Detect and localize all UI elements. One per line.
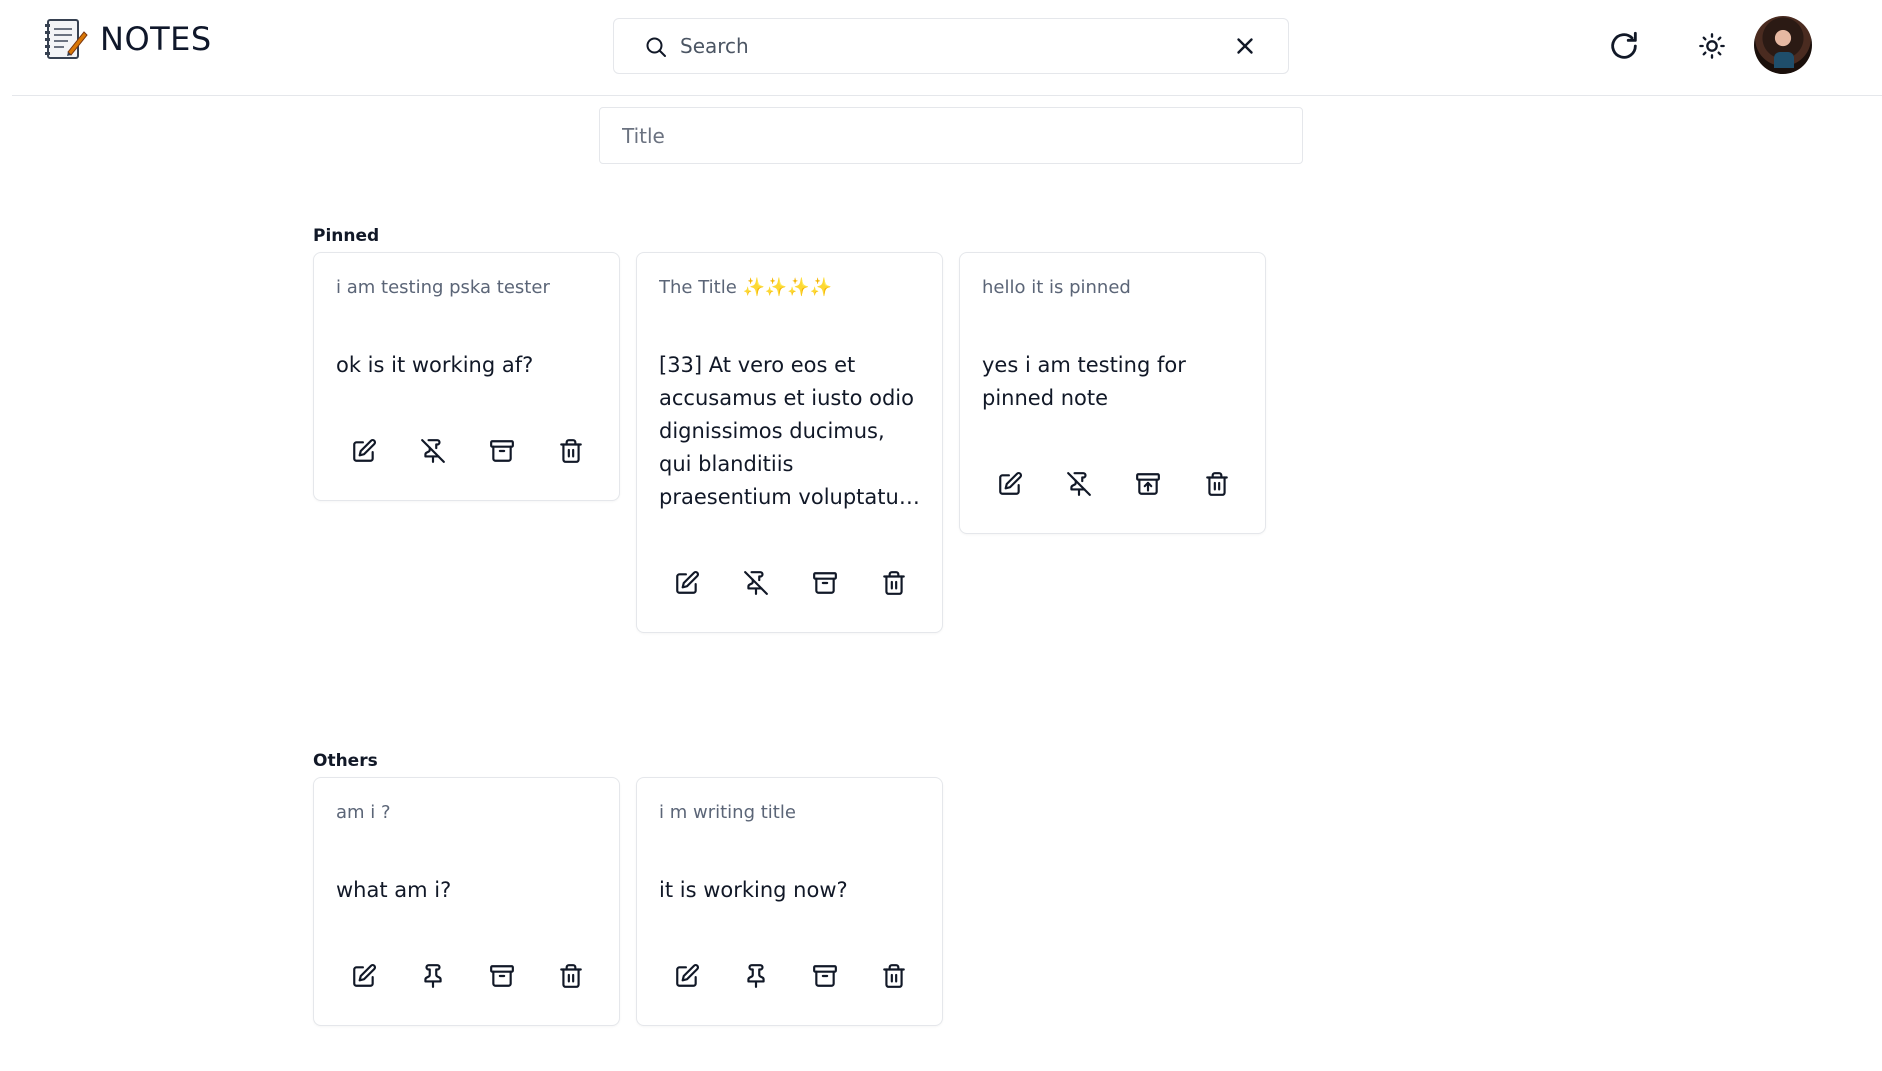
note-actions [995,469,1232,499]
trash-icon[interactable] [879,568,909,598]
note-card[interactable]: i am testing pska tester ok is it workin… [313,252,620,501]
app-title: NOTES [100,20,212,58]
note-title: am i ? [336,802,391,823]
unarchive-icon[interactable] [1133,469,1163,499]
note-title: hello it is pinned [982,277,1131,298]
edit-icon[interactable] [349,436,379,466]
pin-icon[interactable] [741,961,771,991]
note-card[interactable]: i m writing title it is working now? [636,777,943,1026]
edit-icon[interactable] [995,469,1025,499]
note-body: what am i? [336,878,452,902]
note-title: The Title ✨✨✨✨ [659,277,833,298]
app-header: NOTES [12,0,1882,96]
sun-icon[interactable] [1692,26,1732,66]
search-bar [613,18,1289,74]
section-label-pinned: Pinned [313,226,380,246]
trash-icon[interactable] [1202,469,1232,499]
note-body: ok is it working af? [336,353,534,377]
edit-icon[interactable] [672,568,702,598]
edit-icon[interactable] [672,961,702,991]
trash-icon[interactable] [879,961,909,991]
unpin-icon[interactable] [418,436,448,466]
archive-icon[interactable] [487,436,517,466]
trash-icon[interactable] [556,436,586,466]
note-body: it is working now? [659,878,848,902]
archive-icon[interactable] [810,961,840,991]
note-card[interactable]: am i ? what am i? [313,777,620,1026]
search-input[interactable] [680,29,1220,63]
unpin-icon[interactable] [741,568,771,598]
close-icon[interactable] [1232,33,1258,59]
note-actions [349,961,586,991]
note-card[interactable]: The Title ✨✨✨✨ [33] At vero eos et accus… [636,252,943,633]
note-actions [349,436,586,466]
brand[interactable]: NOTES [42,16,212,62]
notepad-pencil-icon [42,16,88,62]
edit-icon[interactable] [349,961,379,991]
pin-icon[interactable] [418,961,448,991]
unpin-icon[interactable] [1064,469,1094,499]
note-body: [33] At vero eos et accusamus et iusto o… [659,353,920,509]
note-actions [672,568,909,598]
note-title-input[interactable] [599,107,1303,164]
archive-icon[interactable] [487,961,517,991]
user-avatar[interactable] [1754,16,1812,74]
section-label-others: Others [313,751,378,771]
note-actions [672,961,909,991]
archive-icon[interactable] [810,568,840,598]
note-title: i m writing title [659,802,796,823]
search-icon [644,35,668,59]
note-title: i am testing pska tester [336,277,550,298]
refresh-icon[interactable] [1604,26,1644,66]
note-card[interactable]: hello it is pinned yes i am testing for … [959,252,1266,534]
trash-icon[interactable] [556,961,586,991]
note-body: yes i am testing for pinned note [982,353,1186,410]
